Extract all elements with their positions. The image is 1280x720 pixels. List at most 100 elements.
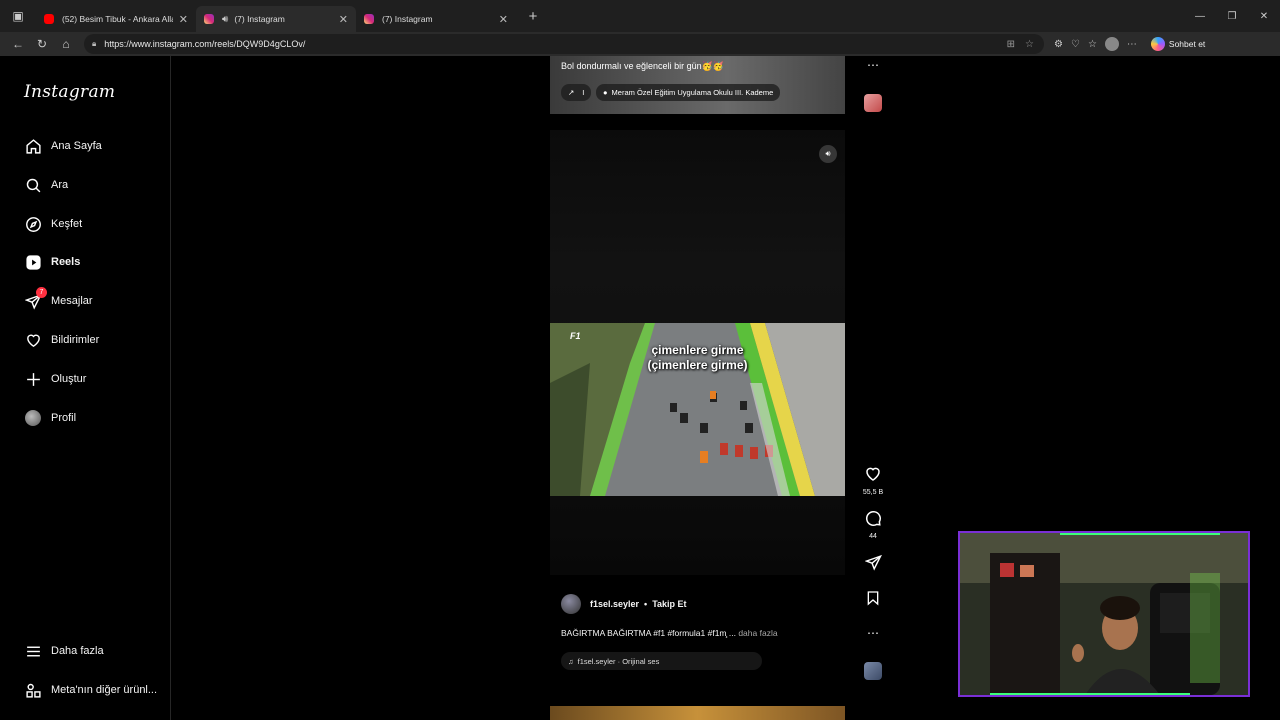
copilot-label: Sohbet et bbox=[1168, 39, 1206, 49]
instagram-icon bbox=[364, 14, 374, 24]
nav-label: Oluştur bbox=[51, 373, 87, 385]
lock-icon: 🔒︎ bbox=[92, 39, 97, 48]
nav-explore[interactable]: Keşfet bbox=[24, 212, 82, 236]
next-reel[interactable] bbox=[550, 706, 845, 720]
tab-instagram[interactable]: (7) Instagram ✕ bbox=[356, 6, 516, 32]
nav-notifications[interactable]: Bildirimler bbox=[24, 328, 99, 352]
favorites-icon[interactable]: ☆ bbox=[1088, 39, 1097, 50]
video-overlay-text: çimenlere girme bbox=[651, 343, 744, 357]
nav-label: Daha fazla bbox=[51, 645, 104, 657]
speaker-icon[interactable]: 🔊︎ bbox=[222, 14, 228, 25]
nav-label: Profil bbox=[51, 412, 77, 424]
new-tab-button[interactable]: + bbox=[520, 8, 546, 25]
more-options-icon[interactable]: ⋯ bbox=[862, 626, 884, 640]
author-username[interactable]: f1sel.seyler bbox=[590, 599, 639, 609]
favorite-star-icon[interactable]: ☆ bbox=[1025, 39, 1034, 50]
nav-label: Mesajlar bbox=[51, 295, 93, 307]
music-note-icon: ♫ bbox=[568, 656, 574, 666]
nav-label: Reels bbox=[51, 256, 81, 268]
close-icon[interactable]: ✕ bbox=[339, 13, 348, 26]
compass-icon bbox=[24, 215, 42, 233]
reel-caption-row: BAĞIRTMA BAĞIRTMA #f1 #formula1 #f1m̧ ..… bbox=[561, 628, 778, 638]
nav-messages[interactable]: 7 Mesajlar bbox=[24, 287, 93, 313]
reel-video[interactable]: çimenlere girme (çimenlere girme) F1 bbox=[550, 323, 845, 496]
more-icon[interactable]: ⋯ bbox=[1127, 39, 1137, 50]
tab-instagram-active[interactable]: 🔊︎ (7) Instagram ✕ bbox=[196, 6, 356, 32]
tab-title: (52) Besim Tibuk - Ankara Allahın bbox=[62, 14, 173, 24]
minimize-icon[interactable]: — bbox=[1184, 0, 1216, 32]
close-icon[interactable]: ✕ bbox=[499, 13, 508, 26]
extensions-icon[interactable]: ⚙ bbox=[1054, 39, 1063, 50]
tab-title: (7) Instagram bbox=[382, 14, 433, 24]
copilot-button[interactable]: Sohbet et bbox=[1150, 37, 1206, 51]
heart-icon bbox=[866, 467, 880, 481]
tab-title: (7) Instagram bbox=[234, 14, 285, 24]
browser-essentials-icon[interactable]: ♡ bbox=[1071, 39, 1080, 50]
webcam-glow bbox=[990, 693, 1190, 695]
more-options-icon[interactable]: ⋯ bbox=[862, 58, 884, 72]
location-chip[interactable]: ● Meram Özel Eğitim Uygulama Okulu III. … bbox=[596, 84, 781, 101]
follow-button[interactable]: Takip Et bbox=[652, 599, 686, 609]
tab-youtube[interactable]: (52) Besim Tibuk - Ankara Allahın ✕ bbox=[36, 6, 196, 32]
audio-thumbnail[interactable] bbox=[864, 94, 882, 112]
instagram-icon bbox=[204, 14, 214, 24]
separator-dot: • bbox=[644, 599, 648, 609]
nav-label: Ara bbox=[51, 179, 69, 191]
reload-icon[interactable]: ↻ bbox=[30, 32, 54, 56]
arrow-icon: ↗ bbox=[568, 88, 575, 97]
profile-avatar bbox=[24, 409, 42, 427]
youtube-icon bbox=[44, 14, 54, 24]
previous-reel[interactable]: Bol dondurmalı ve eğlenceli bir gün🥳🥳 ↗ … bbox=[550, 56, 845, 114]
instagram-logo[interactable]: Instagram bbox=[24, 82, 115, 102]
webcam-image bbox=[960, 533, 1248, 695]
audio-pill[interactable]: ♫ f1sel.seyler · Orijinal ses bbox=[561, 652, 762, 670]
audio-thumbnail[interactable] bbox=[864, 662, 882, 680]
save-button[interactable] bbox=[862, 590, 884, 611]
nav-search[interactable]: Ara bbox=[24, 173, 68, 197]
share-chip[interactable]: ↗ I bbox=[561, 84, 592, 101]
reel-caption: Bol dondurmalı ve eğlenceli bir gün🥳🥳 bbox=[561, 61, 724, 71]
home-icon bbox=[24, 137, 42, 155]
comment-icon bbox=[866, 511, 881, 526]
messenger-icon: 7 bbox=[24, 287, 47, 310]
send-icon bbox=[863, 554, 882, 571]
audio-label: f1sel.seyler · Orijinal ses bbox=[577, 656, 660, 666]
location-label: Meram Özel Eğitim Uygulama Okulu III. Ka… bbox=[611, 88, 774, 97]
volume-icon[interactable]: 🔊︎ bbox=[819, 145, 837, 163]
close-window-icon[interactable]: ✕ bbox=[1248, 0, 1280, 32]
app-available-icon[interactable]: ⊞ bbox=[1007, 39, 1015, 50]
author-avatar[interactable] bbox=[561, 594, 581, 614]
f1-logo-icon: F1 bbox=[570, 331, 581, 341]
nav-meta[interactable]: Meta'nın diğer ürünl... bbox=[24, 678, 157, 702]
tab-actions-icon[interactable]: ▣ bbox=[0, 0, 36, 32]
back-icon[interactable]: ← bbox=[6, 32, 30, 56]
profile-avatar[interactable] bbox=[1104, 37, 1119, 51]
comment-count: 44 bbox=[869, 533, 877, 540]
heart-icon bbox=[24, 331, 42, 349]
nav-label: Meta'nın diğer ürünl... bbox=[51, 684, 158, 696]
nav-more[interactable]: Daha fazla bbox=[24, 639, 104, 663]
share-button[interactable] bbox=[862, 554, 884, 576]
webcam-overlay bbox=[958, 531, 1250, 697]
plus-icon bbox=[24, 370, 42, 388]
restore-icon[interactable]: ❐ bbox=[1216, 0, 1248, 32]
like-button[interactable]: 55,5 B bbox=[862, 465, 884, 496]
bookmark-icon bbox=[867, 591, 879, 606]
address-bar-row: ← ↻ ⌂ 🔒︎ https://www.instagram.com/reels… bbox=[0, 32, 1280, 56]
close-icon[interactable]: ✕ bbox=[179, 13, 188, 26]
comment-button[interactable]: 44 bbox=[862, 509, 884, 540]
reel-caption: BAĞIRTMA BAĞIRTMA #f1 #formula1 #f1m̧ ..… bbox=[561, 628, 736, 638]
chip-count: I bbox=[582, 88, 585, 97]
nav-create[interactable]: Oluştur bbox=[24, 367, 86, 391]
window-controls: — ❐ ✕ bbox=[1184, 0, 1280, 32]
search-icon bbox=[24, 176, 42, 194]
more-link[interactable]: daha fazla bbox=[738, 628, 777, 638]
nav-home[interactable]: Ana Sayfa bbox=[24, 134, 102, 158]
home-icon[interactable]: ⌂ bbox=[54, 32, 78, 56]
author-row: f1sel.seyler • Takip Et bbox=[561, 594, 687, 614]
nav-reels[interactable]: Reels bbox=[24, 250, 80, 274]
nav-profile[interactable]: Profil bbox=[24, 406, 76, 430]
like-count: 55,5 B bbox=[862, 489, 884, 496]
url-field[interactable]: 🔒︎ https://www.instagram.com/reels/DQW9D… bbox=[84, 34, 1044, 54]
copilot-icon bbox=[1150, 37, 1165, 51]
